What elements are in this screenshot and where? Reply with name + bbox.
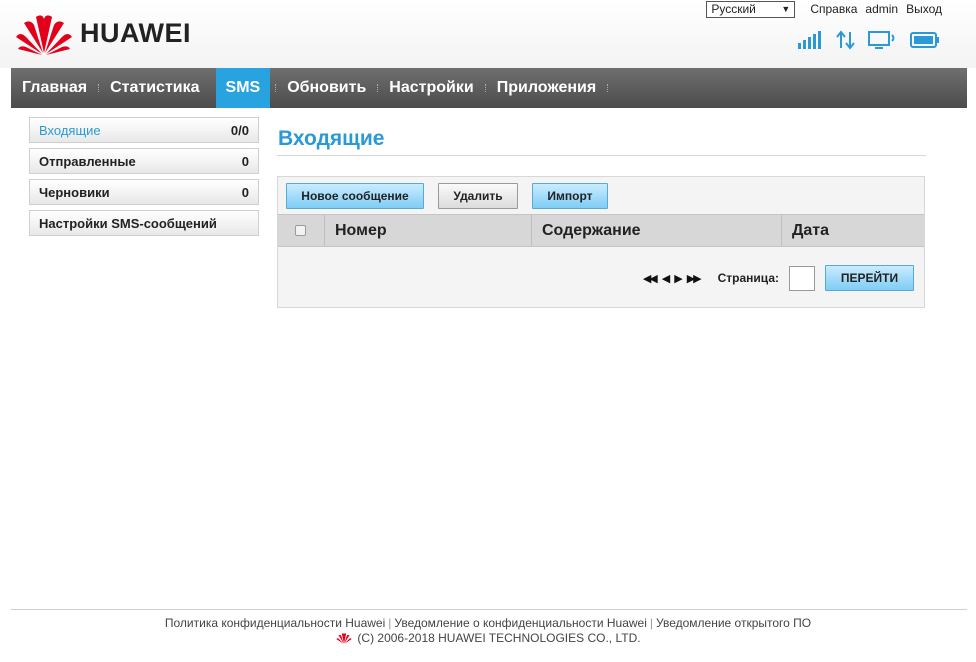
- huawei-small-logo-icon: [336, 633, 353, 644]
- sms-sidebar: Входящие 0/0 Отправленные 0 Черновики 0 …: [29, 117, 259, 241]
- sidebar-item-inbox[interactable]: Входящие 0/0: [29, 117, 259, 143]
- status-icons: [798, 30, 940, 50]
- pagination: ◀◀ ◀ ▶ ▶▶ Страница: ПЕРЕЙТИ: [643, 265, 914, 291]
- footer-separator: |: [388, 616, 392, 630]
- title-divider: [277, 155, 926, 156]
- page-number-input[interactable]: [789, 265, 815, 291]
- brand-name: HUAWEI: [80, 17, 191, 48]
- prev-page-icon[interactable]: ◀: [662, 272, 671, 285]
- sidebar-item-label: Входящие: [39, 122, 101, 138]
- nav-statistics[interactable]: Статистика: [99, 68, 210, 108]
- sidebar-item-count: 0: [241, 153, 249, 169]
- sidebar-item-count: 0: [241, 184, 249, 200]
- page-title: Входящие: [278, 127, 385, 150]
- footer-copyright: (C) 2006-2018 HUAWEI TECHNOLOGIES CO., L…: [0, 631, 976, 645]
- copyright-text: (C) 2006-2018 HUAWEI TECHNOLOGIES CO., L…: [357, 631, 641, 645]
- inbox-panel: Новое сообщение Удалить Импорт Номер Сод…: [277, 176, 925, 308]
- logout-link[interactable]: Выход: [906, 2, 942, 16]
- language-select[interactable]: Русский ▼: [706, 0, 796, 18]
- open-source-link[interactable]: Уведомление открытого ПО: [656, 616, 811, 630]
- sidebar-item-drafts[interactable]: Черновики 0: [29, 179, 259, 205]
- nav-update[interactable]: Обновить: [276, 68, 377, 108]
- select-all-cell: [278, 215, 325, 246]
- huawei-logo: HUAWEI: [14, 10, 194, 56]
- battery-icon: [910, 31, 940, 49]
- new-message-button[interactable]: Новое сообщение: [286, 182, 424, 209]
- column-header-content[interactable]: Содержание: [532, 215, 782, 246]
- device-connected-icon: [868, 30, 898, 50]
- next-page-icon[interactable]: ▶: [674, 272, 683, 285]
- sidebar-item-sent[interactable]: Отправленные 0: [29, 148, 259, 174]
- page-label: Страница:: [717, 271, 779, 285]
- first-page-icon[interactable]: ◀◀: [643, 272, 658, 285]
- help-link[interactable]: Справка: [810, 2, 857, 16]
- top-links: Русский ▼ Справка admin Выход: [706, 0, 942, 18]
- privacy-notice-link[interactable]: Уведомление о конфиденциальности Huawei: [394, 616, 646, 630]
- import-button[interactable]: Импорт: [532, 182, 608, 209]
- go-button[interactable]: ПЕРЕЙТИ: [825, 265, 914, 291]
- pager-arrows: ◀◀ ◀ ▶ ▶▶: [643, 272, 702, 285]
- huawei-flower-icon: [16, 15, 72, 55]
- delete-button[interactable]: Удалить: [438, 182, 518, 209]
- column-header-number[interactable]: Номер: [325, 215, 532, 246]
- data-transfer-icon: [836, 30, 856, 50]
- select-all-checkbox[interactable]: [295, 225, 306, 236]
- nav-settings[interactable]: Настройки: [378, 68, 484, 108]
- nav-sms[interactable]: SMS: [215, 68, 271, 108]
- sidebar-item-label: Отправленные: [39, 153, 136, 169]
- nav-separator: [607, 84, 609, 92]
- nav-home[interactable]: Главная: [11, 68, 98, 108]
- sidebar-item-sms-settings[interactable]: Настройки SMS-сообщений: [29, 210, 259, 236]
- sidebar-item-label: Настройки SMS-сообщений: [39, 215, 217, 231]
- nav-apps[interactable]: Приложения: [486, 68, 608, 108]
- header: HUAWEI Русский ▼ Справка admin Выход: [0, 0, 976, 68]
- footer-divider: [11, 609, 967, 610]
- sidebar-item-label: Черновики: [39, 184, 110, 200]
- language-value: Русский: [711, 2, 756, 16]
- footer-links: Политика конфиденциальности Huawei | Уведо…: [0, 616, 976, 630]
- signal-bars-icon: [798, 31, 824, 49]
- table-header: Номер Содержание Дата: [278, 214, 924, 247]
- main-nav: Главная Статистика SMS Обновить Настройк…: [11, 68, 967, 108]
- username: admin: [865, 2, 899, 16]
- message-toolbar: Новое сообщение Удалить Импорт: [278, 177, 924, 214]
- footer-separator: |: [649, 616, 653, 630]
- last-page-icon[interactable]: ▶▶: [687, 272, 702, 285]
- column-header-date[interactable]: Дата: [782, 215, 924, 246]
- chevron-down-icon: ▼: [781, 4, 791, 14]
- sidebar-item-count: 0/0: [230, 122, 249, 138]
- privacy-policy-link[interactable]: Политика конфиденциальности Huawei: [165, 616, 385, 630]
